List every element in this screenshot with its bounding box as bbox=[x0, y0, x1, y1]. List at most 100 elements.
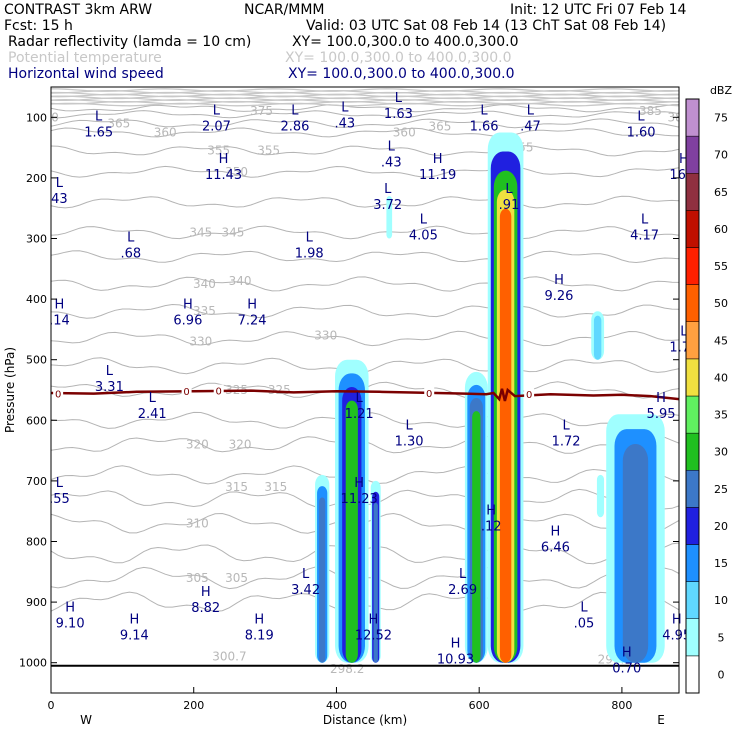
colorbar-tick-label: 55 bbox=[714, 260, 728, 273]
theta-contour-line bbox=[51, 165, 679, 178]
theta-contour-label: 345 bbox=[222, 225, 245, 239]
wind-minimum-marker: L bbox=[420, 212, 428, 227]
theta-contour-label: 355 bbox=[257, 144, 280, 158]
theta-contour-label: 345 bbox=[189, 225, 212, 239]
wind-extremum-value: .14 bbox=[49, 313, 70, 328]
colorbar-tick-label: 60 bbox=[714, 223, 728, 236]
colorbar-swatch bbox=[685, 173, 700, 211]
wind-minimum-marker: L bbox=[213, 103, 221, 118]
wind-maximum-marker: H bbox=[183, 297, 193, 312]
reflectivity-cell bbox=[345, 400, 358, 663]
wind-minimum-marker: L bbox=[388, 140, 396, 155]
theta-contour-line bbox=[51, 145, 679, 157]
colorbar-swatch bbox=[685, 135, 700, 174]
y-tick-label: 200 bbox=[26, 172, 47, 185]
y-tick-label: 400 bbox=[26, 293, 47, 306]
reflectivity-cell bbox=[319, 497, 326, 663]
y-tick-label: 700 bbox=[26, 475, 47, 488]
x-tick-label: 200 bbox=[183, 699, 204, 712]
wind-extremum-value: .55 bbox=[49, 492, 70, 507]
y-tick-label: 100 bbox=[26, 111, 47, 124]
theta-contour-line bbox=[51, 250, 679, 264]
theta-contour-label: 325 bbox=[268, 383, 291, 397]
y-tick-label: 900 bbox=[26, 596, 47, 609]
wind-maximum-marker: H bbox=[451, 637, 461, 652]
theta-contour-label: 315 bbox=[264, 480, 287, 494]
colorbar-swatch bbox=[685, 98, 700, 137]
wind-maximum-marker: H bbox=[486, 503, 496, 518]
wind-extremum-value: 8.82 bbox=[191, 601, 220, 616]
colorbar-tick-label: 70 bbox=[714, 149, 728, 162]
wind-extremum-value: 4.05 bbox=[409, 228, 438, 243]
y-tick-label: 800 bbox=[26, 536, 47, 549]
wind-maximum-marker: H bbox=[551, 525, 561, 540]
reflectivity-cell bbox=[472, 411, 481, 663]
wind-extremum-value: .05 bbox=[574, 616, 595, 631]
wind-maximum-marker: H bbox=[656, 391, 666, 406]
freezing-level-label: 0 bbox=[426, 389, 432, 400]
wind-maximum-marker: H bbox=[369, 612, 379, 627]
colorbar-swatch bbox=[685, 321, 700, 360]
wind-minimum-marker: L bbox=[341, 100, 349, 115]
wind-extremum-value: 3.31 bbox=[95, 380, 124, 395]
wind-maximum-marker: H bbox=[254, 612, 264, 627]
wind-minimum-marker: L bbox=[505, 182, 513, 197]
theta-contour-label: 320 bbox=[186, 438, 209, 452]
wind-maximum-marker: H bbox=[622, 646, 632, 661]
theta-contour-line bbox=[51, 225, 679, 240]
wind-extremum-value: 12.52 bbox=[355, 628, 392, 643]
colorbar-swatch bbox=[685, 247, 700, 285]
wind-minimum-marker: L bbox=[291, 103, 299, 118]
colorbar-unit-label: dBZ bbox=[710, 84, 733, 97]
theta-contour-label: 305 bbox=[225, 571, 248, 585]
theta-contour-label: 375 bbox=[250, 104, 273, 118]
wind-minimum-marker: L bbox=[459, 567, 467, 582]
freezing-level-label: 0 bbox=[55, 390, 61, 401]
x-tick-label: 600 bbox=[469, 699, 490, 712]
wind-maximum-marker: H bbox=[672, 612, 682, 627]
wind-extremum-value: 5.95 bbox=[647, 407, 676, 422]
theta-contour-label: 360 bbox=[393, 125, 416, 139]
reflectivity-cell bbox=[593, 315, 602, 360]
colorbar-swatch bbox=[685, 618, 700, 657]
theta-contour-line bbox=[51, 88, 679, 92]
wind-minimum-marker: L bbox=[149, 391, 157, 406]
wind-minimum-marker: L bbox=[637, 109, 645, 124]
wind-extremum-value: .43 bbox=[335, 116, 356, 131]
wind-extremum-value: 1.65 bbox=[84, 125, 113, 140]
wind-extremum-value: 1.30 bbox=[395, 434, 424, 449]
theta-contour-label: 298.2 bbox=[330, 662, 364, 676]
x-tick-label: 400 bbox=[326, 699, 347, 712]
colorbar-tick-label: 40 bbox=[714, 371, 728, 384]
colorbar-tick-label: 65 bbox=[714, 186, 728, 199]
wind-extremum-value: 0.70 bbox=[612, 662, 641, 677]
wind-extremum-value: 2.41 bbox=[138, 407, 167, 422]
wind-minimum-marker: L bbox=[302, 567, 310, 582]
theta-contour-label: 330 bbox=[314, 328, 337, 342]
wind-extremum-value: 1.66 bbox=[470, 119, 499, 134]
wind-minimum-marker: L bbox=[56, 176, 64, 191]
colorbar-tick-label: 50 bbox=[714, 297, 728, 310]
wind-extremum-value: 9.14 bbox=[120, 628, 149, 643]
colorbar-tick-label: 75 bbox=[714, 112, 728, 125]
colorbar-tick-label: 0 bbox=[718, 668, 725, 681]
y-axis-label: Pressure (hPa) bbox=[3, 347, 17, 433]
theta-contour-label: 365 bbox=[428, 119, 451, 133]
y-tick-label: 600 bbox=[26, 414, 47, 427]
wind-extremum-value: 43 bbox=[51, 192, 68, 207]
colorbar-tick-label: 15 bbox=[714, 557, 728, 570]
wind-minimum-marker: L bbox=[527, 103, 535, 118]
theta-contour-label: 340 bbox=[193, 277, 216, 291]
wind-extremum-value: .68 bbox=[120, 247, 141, 262]
wind-maximum-marker: H bbox=[129, 612, 139, 627]
theta-contour-line bbox=[51, 303, 679, 319]
wind-extremum-value: 9.10 bbox=[56, 616, 85, 631]
theta-contour-label: 315 bbox=[225, 480, 248, 494]
wind-minimum-marker: L bbox=[306, 231, 314, 246]
wind-extremum-value: 11.43 bbox=[205, 168, 242, 183]
colorbar-tick-label: 25 bbox=[714, 483, 728, 496]
x-tick-label: 800 bbox=[611, 699, 632, 712]
colorbar-swatch bbox=[685, 432, 700, 471]
theta-contour-line bbox=[51, 97, 679, 101]
wind-extremum-value: 2.07 bbox=[202, 119, 231, 134]
